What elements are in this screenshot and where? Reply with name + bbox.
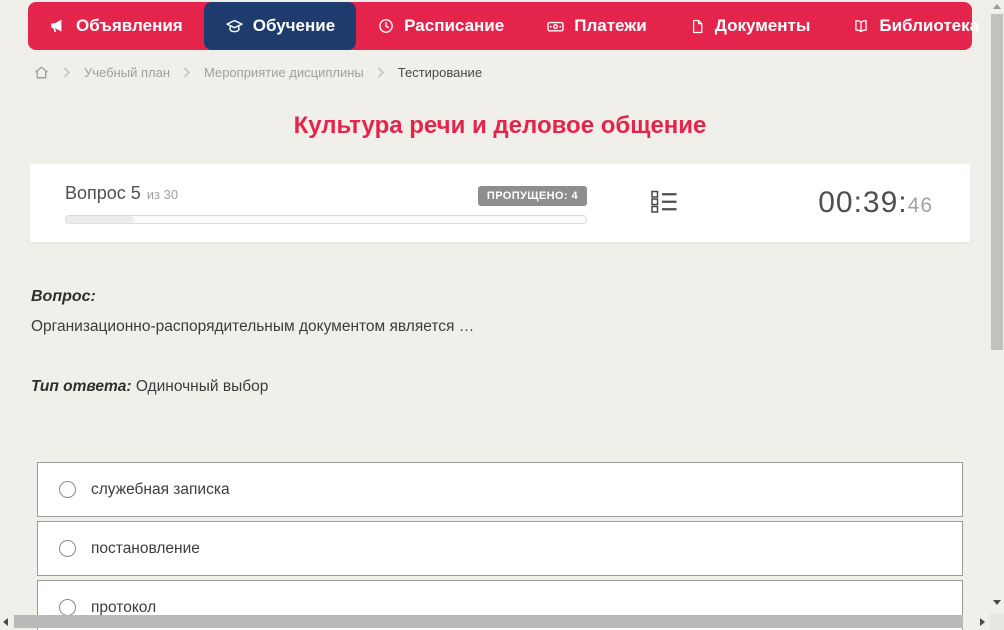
progress-bar — [65, 214, 587, 224]
radio-button[interactable] — [59, 481, 76, 498]
nav-item-library[interactable]: Библиотека — [831, 2, 1004, 50]
question-number: Вопрос 5 — [65, 182, 141, 203]
question-list-icon — [651, 189, 678, 217]
scrollbar-corner — [990, 613, 1004, 630]
breadcrumb-item-discipline-event[interactable]: Мероприятие дисциплины — [204, 65, 364, 80]
scroll-up-arrow[interactable] — [993, 4, 1001, 9]
progress-fill — [66, 215, 134, 223]
nav-label: Платежи — [574, 16, 647, 35]
answer-option-1[interactable]: служебная записка — [37, 462, 963, 517]
vertical-scrollbar[interactable] — [990, 0, 1004, 613]
breadcrumb-item-testing: Тестирование — [397, 64, 483, 80]
banknote-icon — [546, 17, 565, 36]
nav-item-learning[interactable]: Обучение — [203, 2, 357, 50]
skipped-badge: ПРОПУЩЕНО: 4 — [477, 185, 587, 206]
nav-item-documents[interactable]: Документы — [668, 2, 832, 50]
horizontal-scrollbar-thumb[interactable] — [14, 615, 963, 628]
breadcrumb-item-curriculum[interactable]: Учебный план — [84, 65, 170, 80]
answer-type-line: Тип ответа: Одиночный выбор — [31, 378, 474, 396]
graduation-cap-icon — [225, 17, 244, 36]
scroll-right-arrow[interactable] — [980, 617, 985, 626]
megaphone-icon — [49, 17, 67, 35]
nav-label: Библиотека — [879, 16, 980, 35]
page-title: Культура речи и деловое общение — [293, 112, 707, 139]
clock-icon — [377, 17, 395, 35]
question-total: из 30 — [146, 186, 179, 202]
vertical-scrollbar-thumb[interactable] — [991, 14, 1003, 350]
chevron-right-icon — [377, 67, 385, 78]
timer-seconds: 46 — [907, 194, 933, 217]
home-icon[interactable] — [33, 64, 50, 81]
nav-item-schedule[interactable]: Расписание — [356, 2, 525, 50]
scroll-down-arrow[interactable] — [993, 600, 1001, 605]
nav-item-announcements[interactable]: Объявления — [28, 2, 204, 50]
open-book-icon — [852, 17, 870, 35]
question-block: Вопрос: Организационно-распорядительным … — [31, 288, 474, 396]
answer-option-label: служебная записка — [91, 480, 230, 498]
chevron-right-icon — [63, 67, 71, 78]
answer-option-label: постановление — [91, 539, 200, 557]
quiz-page: Объявления Обучение Расписание Платежи Д… — [0, 0, 1004, 630]
nav-label: Документы — [714, 16, 811, 35]
document-icon — [689, 18, 706, 35]
question-progress-group: Вопрос 5 из 30 ПРОПУЩЕНО: 4 — [65, 183, 587, 224]
radio-button[interactable] — [59, 540, 76, 557]
question-text: Организационно-распорядительным документ… — [31, 318, 475, 335]
question-heading: Вопрос: — [31, 288, 96, 305]
main-nav: Объявления Обучение Расписание Платежи Д… — [28, 2, 1002, 50]
quiz-header-card: Вопрос 5 из 30 ПРОПУЩЕНО: 4 00:39:46 — [30, 164, 970, 242]
scroll-left-arrow[interactable] — [3, 617, 8, 626]
chevron-right-icon — [183, 67, 191, 78]
nav-label: Объявления — [76, 16, 183, 35]
nav-item-payments[interactable]: Платежи — [525, 2, 668, 50]
horizontal-scrollbar[interactable] — [0, 613, 990, 630]
breadcrumb: Учебный план Мероприятие дисциплины Тест… — [33, 62, 482, 82]
answer-options: служебная записка постановление протокол — [37, 462, 963, 630]
nav-label: Обучение — [252, 16, 336, 35]
answer-type-value: Одиночный выбор — [135, 378, 269, 395]
answer-option-2[interactable]: постановление — [37, 521, 963, 576]
timer: 00:39:46 — [818, 186, 945, 220]
question-list-button[interactable] — [651, 189, 678, 217]
timer-hours-minutes: 00:39: — [818, 186, 908, 219]
nav-label: Расписание — [404, 16, 505, 35]
answer-type-label: Тип ответа: — [31, 378, 132, 395]
